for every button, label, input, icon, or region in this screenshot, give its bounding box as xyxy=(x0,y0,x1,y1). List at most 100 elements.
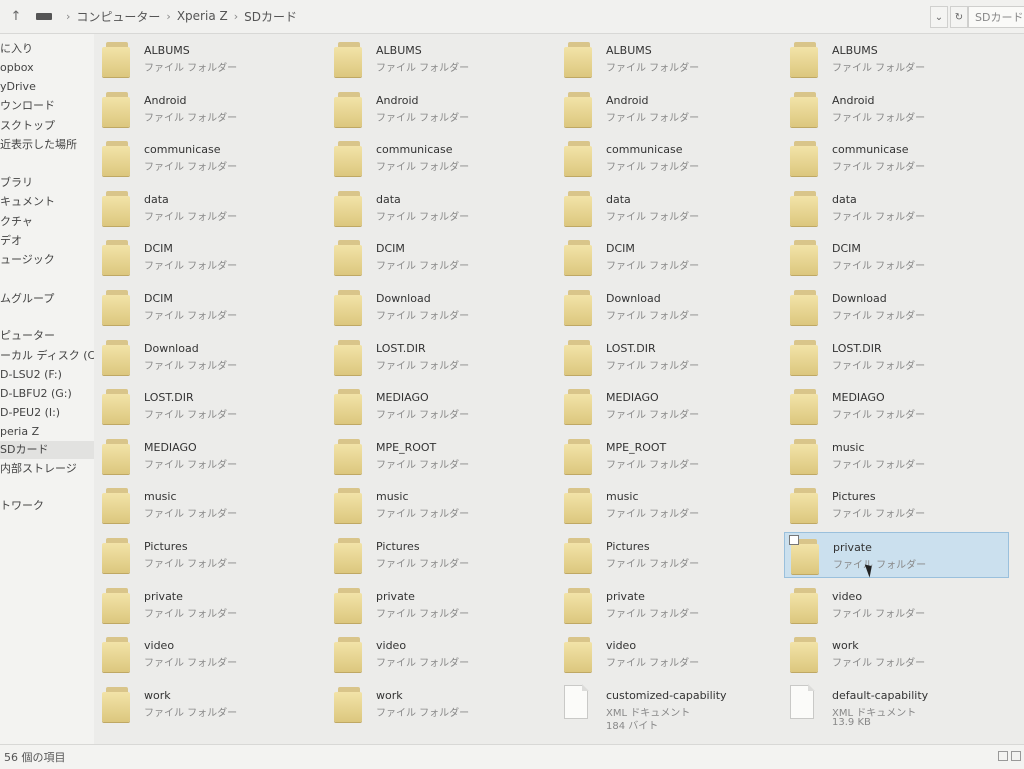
folder-item[interactable]: Download ファイル フォルダー xyxy=(784,284,1009,330)
folder-item[interactable]: MPE_ROOT ファイル フォルダー xyxy=(558,433,783,479)
folder-item[interactable]: DCIM ファイル フォルダー xyxy=(328,234,553,280)
breadcrumb-sdcard[interactable]: SDカード xyxy=(244,8,297,25)
xml-file-item[interactable]: default-capability XML ドキュメント 13.9 KB xyxy=(784,681,1009,728)
folder-icon xyxy=(564,488,594,524)
folder-item[interactable]: video ファイル フォルダー xyxy=(558,631,783,677)
sidebar-item[interactable]: ウンロード xyxy=(0,97,94,115)
folder-item[interactable]: LOST.DIR ファイル フォルダー xyxy=(558,334,783,380)
up-arrow-icon[interactable]: ↑ xyxy=(6,9,26,24)
item-name: LOST.DIR xyxy=(606,341,656,355)
folder-item[interactable]: work ファイル フォルダー xyxy=(784,631,1009,677)
folder-item[interactable]: ALBUMS ファイル フォルダー xyxy=(328,36,553,82)
sidebar-item[interactable]: D-LBFU2 (G:) xyxy=(0,385,94,403)
breadcrumb-computer[interactable]: コンピューター xyxy=(76,8,160,25)
sidebar-item[interactable]: スクトップ xyxy=(0,117,94,135)
selection-checkbox[interactable] xyxy=(789,535,799,545)
folder-icon xyxy=(790,290,820,325)
breadcrumb-xperia[interactable]: Xperia Z xyxy=(177,9,228,23)
folder-item[interactable]: work ファイル フォルダー xyxy=(96,681,321,727)
folder-item[interactable]: data ファイル フォルダー xyxy=(328,185,553,231)
folder-item[interactable]: Android ファイル フォルダー xyxy=(96,86,321,132)
folder-item[interactable]: video ファイル フォルダー xyxy=(328,631,553,677)
folder-item[interactable]: music ファイル フォルダー xyxy=(96,482,321,528)
sidebar-item[interactable]: デオ xyxy=(0,232,94,250)
folder-item[interactable]: Download ファイル フォルダー xyxy=(558,284,783,330)
folder-item[interactable]: MEDIAGO ファイル フォルダー xyxy=(558,383,783,429)
sidebar-item[interactable]: yDrive xyxy=(0,78,94,96)
folder-item[interactable]: communicase ファイル フォルダー xyxy=(558,135,783,181)
sidebar-item[interactable]: D-PEU2 (I:) xyxy=(0,404,94,422)
folder-item[interactable]: music ファイル フォルダー xyxy=(558,482,783,528)
folder-item[interactable]: LOST.DIR ファイル フォルダー xyxy=(784,334,1009,380)
sidebar-item[interactable]: に入り xyxy=(0,40,94,58)
folder-item[interactable]: data ファイル フォルダー xyxy=(784,185,1009,231)
large-icons-view-icon[interactable] xyxy=(1011,751,1021,761)
folder-item[interactable]: ALBUMS ファイル フォルダー xyxy=(558,36,783,82)
folder-item[interactable]: MEDIAGO ファイル フォルダー xyxy=(96,433,321,479)
folder-item[interactable]: DCIM ファイル フォルダー xyxy=(558,234,783,280)
sidebar-item[interactable]: 内部ストレージ xyxy=(0,460,94,478)
folder-item[interactable]: Android ファイル フォルダー xyxy=(558,86,783,132)
folder-item[interactable]: MEDIAGO ファイル フォルダー xyxy=(784,383,1009,429)
folder-icon xyxy=(564,240,594,276)
folder-item[interactable]: private ファイル フォルダー xyxy=(784,532,1009,578)
xml-file-item[interactable]: customized-capability XML ドキュメント 184 バイト xyxy=(558,681,783,732)
address-bar[interactable]: ↑ › コンピューター › Xperia Z › SDカード xyxy=(0,2,930,30)
folder-item[interactable]: private ファイル フォルダー xyxy=(558,582,783,628)
folder-item[interactable]: data ファイル フォルダー xyxy=(558,185,783,231)
folder-item[interactable]: MEDIAGO ファイル フォルダー xyxy=(328,383,553,429)
folder-item[interactable]: private ファイル フォルダー xyxy=(96,582,321,628)
sidebar-item[interactable]: D-LSU2 (F:) xyxy=(0,366,94,384)
sidebar-item[interactable]: ブラリ xyxy=(0,174,94,192)
item-name: video xyxy=(376,639,407,653)
folder-item[interactable]: Pictures ファイル フォルダー xyxy=(96,532,321,578)
address-dropdown-button[interactable]: ⌄ xyxy=(930,6,948,28)
folder-item[interactable]: Pictures ファイル フォルダー xyxy=(558,532,783,578)
sidebar-item[interactable]: キュメント xyxy=(0,193,94,211)
sidebar-item[interactable]: ピューター xyxy=(0,327,94,345)
folder-item[interactable]: DCIM ファイル フォルダー xyxy=(96,284,321,330)
folder-item[interactable]: video ファイル フォルダー xyxy=(784,582,1009,628)
sidebar-item[interactable]: 近表示した場所 xyxy=(0,136,94,154)
details-view-icon[interactable] xyxy=(998,751,1008,761)
refresh-button[interactable]: ↻ xyxy=(950,6,968,28)
xml-document-icon xyxy=(564,683,589,719)
folder-item[interactable]: Download ファイル フォルダー xyxy=(328,284,553,330)
folder-item[interactable]: Download ファイル フォルダー xyxy=(96,334,321,380)
search-input[interactable]: SDカード... xyxy=(968,6,1024,28)
folder-item[interactable]: work ファイル フォルダー xyxy=(328,681,553,727)
sidebar-item[interactable]: SDカード xyxy=(0,441,94,459)
folder-item[interactable]: Android ファイル フォルダー xyxy=(328,86,553,132)
sidebar-item[interactable]: ムグループ xyxy=(0,290,94,308)
folder-item[interactable]: private ファイル フォルダー xyxy=(328,582,553,628)
folder-item[interactable]: data ファイル フォルダー xyxy=(96,185,321,231)
folder-item[interactable]: communicase ファイル フォルダー xyxy=(784,135,1009,181)
folder-item[interactable]: LOST.DIR ファイル フォルダー xyxy=(328,334,553,380)
folder-item[interactable]: video ファイル フォルダー xyxy=(96,631,321,677)
sidebar-item[interactable]: トワーク xyxy=(0,497,94,515)
folder-item[interactable]: DCIM ファイル フォルダー xyxy=(784,234,1009,280)
item-name: LOST.DIR xyxy=(832,341,882,355)
folder-item[interactable]: LOST.DIR ファイル フォルダー xyxy=(96,383,321,429)
file-list: ALBUMS ファイル フォルダー Android ファイル フォルダー communi… xyxy=(96,34,1024,744)
folder-item[interactable]: communicase ファイル フォルダー xyxy=(96,135,321,181)
item-name: default-capability xyxy=(832,688,929,702)
sidebar-item[interactable]: ーカル ディスク (C:) xyxy=(0,347,94,365)
item-type: ファイル フォルダー xyxy=(606,509,700,521)
folder-item[interactable]: Android ファイル フォルダー xyxy=(784,86,1009,132)
item-type: ファイル フォルダー xyxy=(376,559,470,570)
sidebar-item[interactable]: クチャ xyxy=(0,213,94,231)
sidebar-item[interactable]: opbox xyxy=(0,59,94,77)
folder-item[interactable]: Pictures ファイル フォルダー xyxy=(784,482,1009,528)
sidebar-item[interactable]: peria Z xyxy=(0,423,94,441)
folder-item[interactable]: ALBUMS ファイル フォルダー xyxy=(784,36,1009,82)
folder-item[interactable]: ALBUMS ファイル フォルダー xyxy=(96,36,321,82)
folder-item[interactable]: DCIM ファイル フォルダー xyxy=(96,234,321,280)
folder-item[interactable]: music ファイル フォルダー xyxy=(784,433,1009,479)
folder-item[interactable]: music ファイル フォルダー xyxy=(328,482,553,528)
folder-item[interactable]: communicase ファイル フォルダー xyxy=(328,135,553,181)
folder-item[interactable]: MPE_ROOT ファイル フォルダー xyxy=(328,433,553,479)
sidebar-item[interactable]: ュージック xyxy=(0,251,94,269)
folder-item[interactable]: Pictures ファイル フォルダー xyxy=(328,532,553,578)
item-name: Download xyxy=(144,341,199,355)
